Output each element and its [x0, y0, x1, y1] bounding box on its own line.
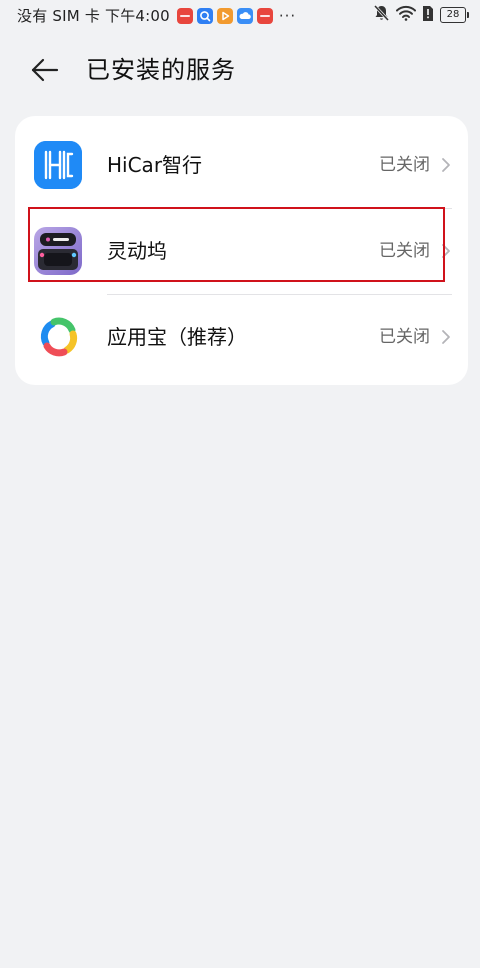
status-right: 28 — [373, 4, 469, 26]
service-status: 已关闭 — [379, 241, 430, 261]
video-app-icon — [216, 7, 233, 24]
status-left: 没有 SIM 卡 下午4:00 ··· — [17, 5, 296, 26]
service-row-yingyongbao[interactable]: 应用宝（推荐） 已关闭 — [15, 294, 468, 380]
back-arrow-icon — [31, 58, 59, 82]
lingdongwu-icon — [34, 227, 82, 275]
installed-services-list: HiCar智行 已关闭 灵动坞 已关闭 应用宝（推荐） 已关闭 — [15, 116, 468, 385]
chevron-right-icon — [442, 158, 450, 172]
cloud-app-icon — [236, 7, 253, 24]
page-title: 已安装的服务 — [86, 56, 236, 84]
back-button[interactable] — [28, 52, 68, 88]
chevron-right-icon — [442, 244, 450, 258]
page-header: 已安装的服务 — [0, 48, 480, 92]
battery-icon: 28 — [440, 7, 469, 23]
huawei-app-icon — [176, 7, 193, 24]
chevron-right-icon — [442, 330, 450, 344]
service-row-hicar[interactable]: HiCar智行 已关闭 — [15, 122, 468, 208]
sim-alert-icon — [422, 5, 434, 26]
search-app-icon — [196, 7, 213, 24]
service-status: 已关闭 — [379, 155, 430, 175]
wifi-icon — [396, 5, 416, 25]
yingyongbao-icon — [34, 313, 82, 361]
huawei-app-icon — [256, 7, 273, 24]
service-name: 应用宝（推荐） — [107, 325, 247, 349]
carrier-time-text: 没有 SIM 卡 下午4:00 — [17, 7, 170, 25]
status-bar: 没有 SIM 卡 下午4:00 ··· 28 — [0, 0, 480, 32]
more-notifications-indicator: ··· — [278, 6, 297, 25]
hicar-icon — [34, 141, 82, 189]
mute-bell-icon — [373, 4, 390, 26]
service-name: 灵动坞 — [107, 239, 167, 263]
service-status: 已关闭 — [379, 327, 430, 347]
service-name: HiCar智行 — [107, 153, 203, 177]
service-row-lingdongwu[interactable]: 灵动坞 已关闭 — [15, 208, 468, 294]
